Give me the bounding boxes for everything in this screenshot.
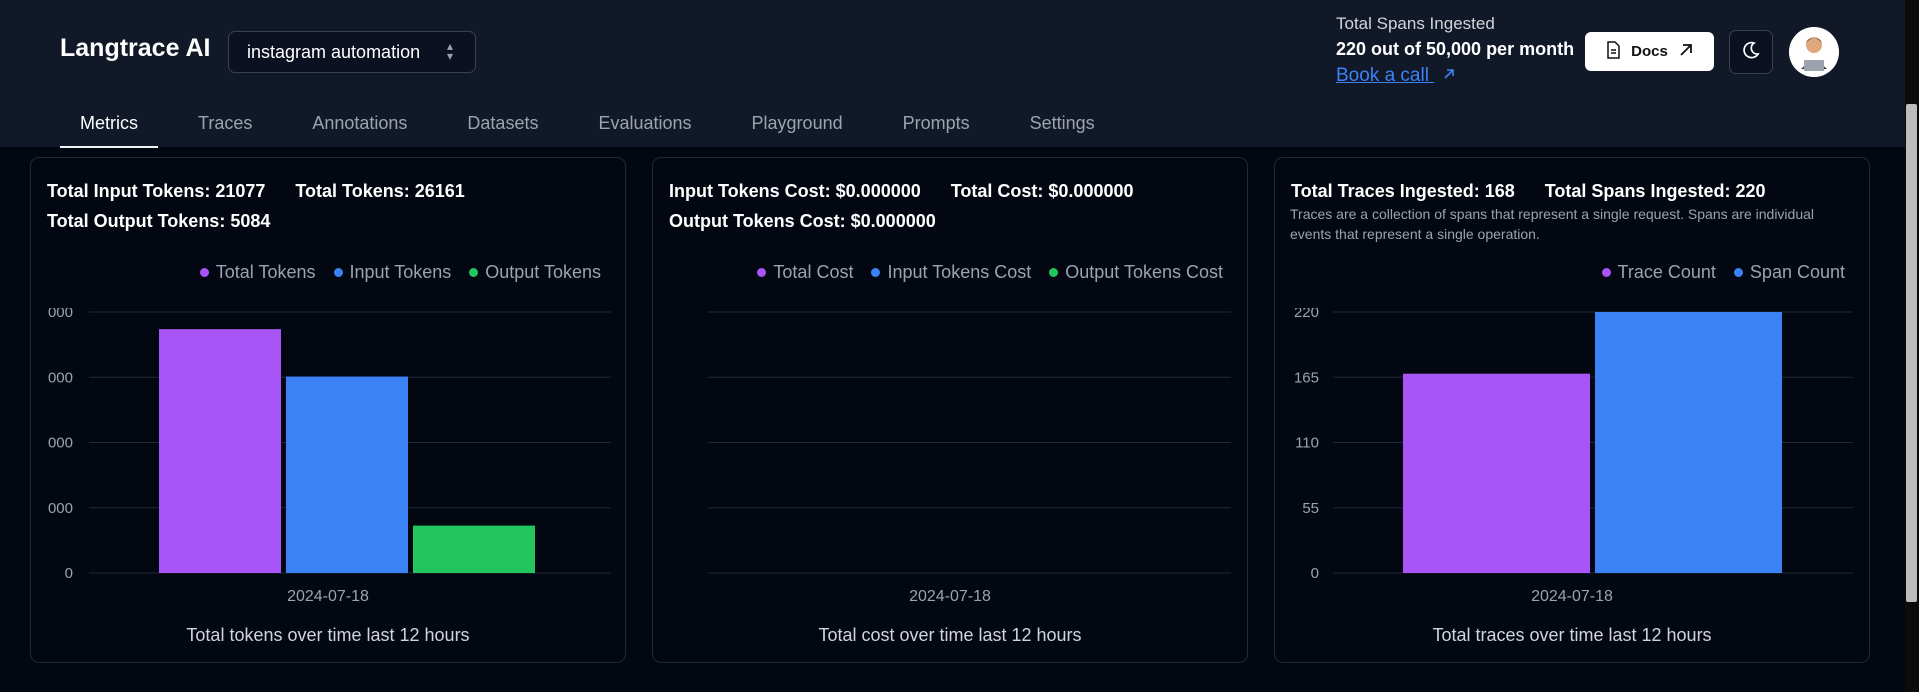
traces-stats: Total Traces Ingested: 168 Total Spans In… [1291,176,1796,206]
chart-caption: Total cost over time last 12 hours [818,625,1082,645]
legend-item: Span Count [1733,262,1845,283]
input-tokens-cost: Input Tokens Cost: $0.000000 [669,181,921,201]
app-logo[interactable]: Langtrace AI [60,34,211,63]
tokens-legend: Total Tokens Input Tokens Output Tokens [199,262,601,283]
cost-stats: Input Tokens Cost: $0.000000 Total Cost: … [669,176,1164,236]
legend-item: Input Tokens [333,262,452,283]
total-cost: Total Cost: $0.000000 [950,181,1134,201]
legend-item: Output Tokens Cost [1049,262,1223,283]
output-tokens-cost: Output Tokens Cost: $0.000000 [669,211,936,231]
moon-icon [1741,40,1761,65]
tab-prompts[interactable]: Prompts [883,113,990,148]
legend-item: Trace Count [1601,262,1716,283]
tab-bar: Metrics Traces Annotations Datasets Eval… [60,113,1135,148]
total-spans-ingested: Total Spans Ingested: 220 [1544,181,1766,201]
docs-button[interactable]: Docs [1585,32,1714,71]
tab-settings[interactable]: Settings [1010,113,1115,148]
chevron-up-down-icon: ▴ ▾ [446,39,453,63]
bar [1403,373,1590,573]
legend-dot [757,268,767,277]
arrow-up-right-icon [1678,42,1694,62]
bar [413,525,535,573]
usage-title: Total Spans Ingested [1336,14,1495,33]
book-call-link[interactable]: Book a call [1336,65,1456,87]
total-input-tokens: Total Input Tokens: 21077 [47,181,266,201]
user-avatar[interactable] [1789,27,1839,77]
y-tick-label: 000 [48,308,73,321]
scrollbar-thumb[interactable] [1906,104,1917,602]
total-traces-ingested: Total Traces Ingested: 168 [1291,181,1515,201]
project-name: instagram automation [247,41,421,62]
legend-dot [199,268,209,277]
traces-legend: Trace Count Span Count [1601,262,1845,283]
y-tick-label: 000 [48,435,73,452]
legend-dot [1601,268,1611,277]
y-tick-label: 110 [1295,435,1319,452]
usage-summary: Total Spans Ingested 220 out of 50,000 p… [1336,14,1574,87]
theme-toggle-button[interactable] [1729,30,1773,74]
tab-traces[interactable]: Traces [178,113,272,148]
tokens-stats: Total Input Tokens: 21077 Total Tokens: 2… [47,176,495,236]
y-tick-label: 165 [1294,369,1319,386]
tab-datasets[interactable]: Datasets [447,113,558,148]
legend-item: Total Tokens [199,262,316,283]
y-tick-label: 000 [48,500,73,517]
chart-caption: Total tokens over time last 12 hours [186,625,470,645]
bar [1595,312,1782,573]
cost-legend: Total Cost Input Tokens Cost Output Toke… [757,262,1223,283]
avatar-illustration [1789,27,1839,77]
legend-label: Total Tokens [215,262,316,282]
top-bar: Langtrace AI instagram automation ▴ ▾ Tot… [0,0,1905,148]
legend-label: Output Tokens [485,262,601,282]
usage-value: 220 out of 50,000 per month [1336,39,1575,59]
legend-dot [1733,268,1743,277]
chart-caption: Total traces over time last 12 hours [1432,625,1712,645]
x-axis-date: 2024-07-18 [909,588,991,605]
legend-label: Input Tokens Cost [887,262,1032,282]
cost-chart [708,311,1231,574]
tokens-card: Total Input Tokens: 21077 Total Tokens: 2… [30,157,626,663]
legend-label: Span Count [1749,262,1845,282]
x-axis-date: 2024-07-18 [287,588,369,605]
total-output-tokens: Total Output Tokens: 5084 [47,211,271,231]
traces-card: Total Traces Ingested: 168 Total Spans In… [1274,157,1870,663]
document-icon [1605,40,1621,63]
legend-dot [1049,268,1059,277]
y-tick-label: 0 [1311,565,1319,582]
docs-label: Docs [1631,43,1668,60]
tab-metrics[interactable]: Metrics [60,113,158,148]
tab-playground[interactable]: Playground [732,113,863,148]
legend-dot [871,268,881,277]
legend-label: Input Tokens [349,262,452,282]
tab-evaluations[interactable]: Evaluations [578,113,711,148]
tokens-chart: 0000000000000 [48,308,611,582]
y-tick-label: 220 [1294,308,1319,321]
bar [159,329,281,573]
bar [286,376,408,573]
tab-annotations[interactable]: Annotations [292,113,427,148]
legend-dot [469,268,479,277]
book-call-label: Book a call [1336,65,1429,86]
total-tokens: Total Tokens: 26161 [295,181,465,201]
external-link-icon [1442,65,1456,87]
legend-item: Input Tokens Cost [871,262,1031,283]
cost-card: Input Tokens Cost: $0.000000 Total Cost: … [652,157,1248,663]
legend-item: Output Tokens [469,262,601,283]
x-axis-date: 2024-07-18 [1531,588,1613,605]
traces-description: Traces are a collection of spans that re… [1290,206,1815,242]
legend-label: Total Cost [773,262,854,282]
legend-dot [333,268,343,277]
traces-chart: 0 55 110 165 220 [1294,308,1853,582]
y-tick-label: 55 [1302,500,1319,517]
legend-item: Total Cost [757,262,853,283]
y-tick-label: 000 [48,369,73,386]
project-selector[interactable]: instagram automation ▴ ▾ [228,31,476,73]
legend-label: Trace Count [1617,262,1716,282]
y-tick-label: 0 [65,565,73,582]
legend-label: Output Tokens Cost [1065,262,1223,282]
